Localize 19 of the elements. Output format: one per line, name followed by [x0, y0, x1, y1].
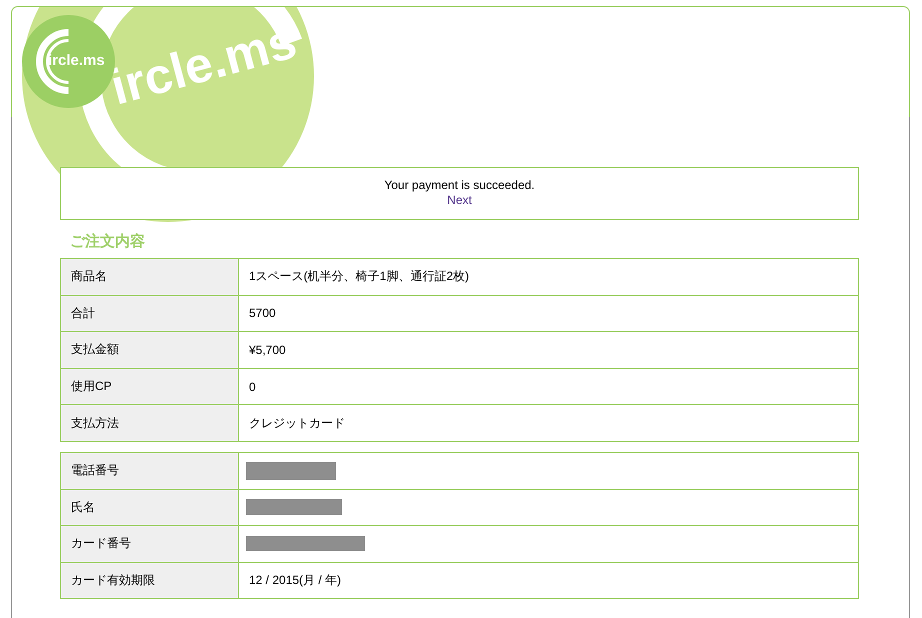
label-cell: 合計 [60, 295, 238, 332]
value-cell: 5700 [238, 295, 858, 332]
logo-text: ircle.ms [48, 52, 105, 70]
message-text: Your payment is succeeded. [384, 178, 535, 193]
value-cell: 12 / 2015(月 / 年) [238, 562, 858, 599]
value-cell: 0 [238, 368, 858, 405]
label-cell: カード番号 [60, 526, 238, 562]
label-cell: 氏名 [60, 489, 238, 526]
value-cell: 1スペース(机半分、椅子1脚、通行証2枚) [238, 258, 858, 296]
label-cell: 使用CP [60, 368, 238, 405]
label-cell: 電話番号 [60, 452, 238, 490]
section-heading: ご注文内容 [69, 232, 146, 252]
label-cell: 支払金額 [60, 332, 238, 368]
label-cell: カード有効期限 [60, 562, 238, 599]
value-cell: ¥5,700 [238, 332, 858, 368]
next-link[interactable]: Next [447, 193, 472, 208]
label-cell: 支払方法 [60, 404, 238, 442]
value-cell: クレジットカード [238, 404, 858, 442]
label-cell: 商品名 [60, 258, 238, 296]
